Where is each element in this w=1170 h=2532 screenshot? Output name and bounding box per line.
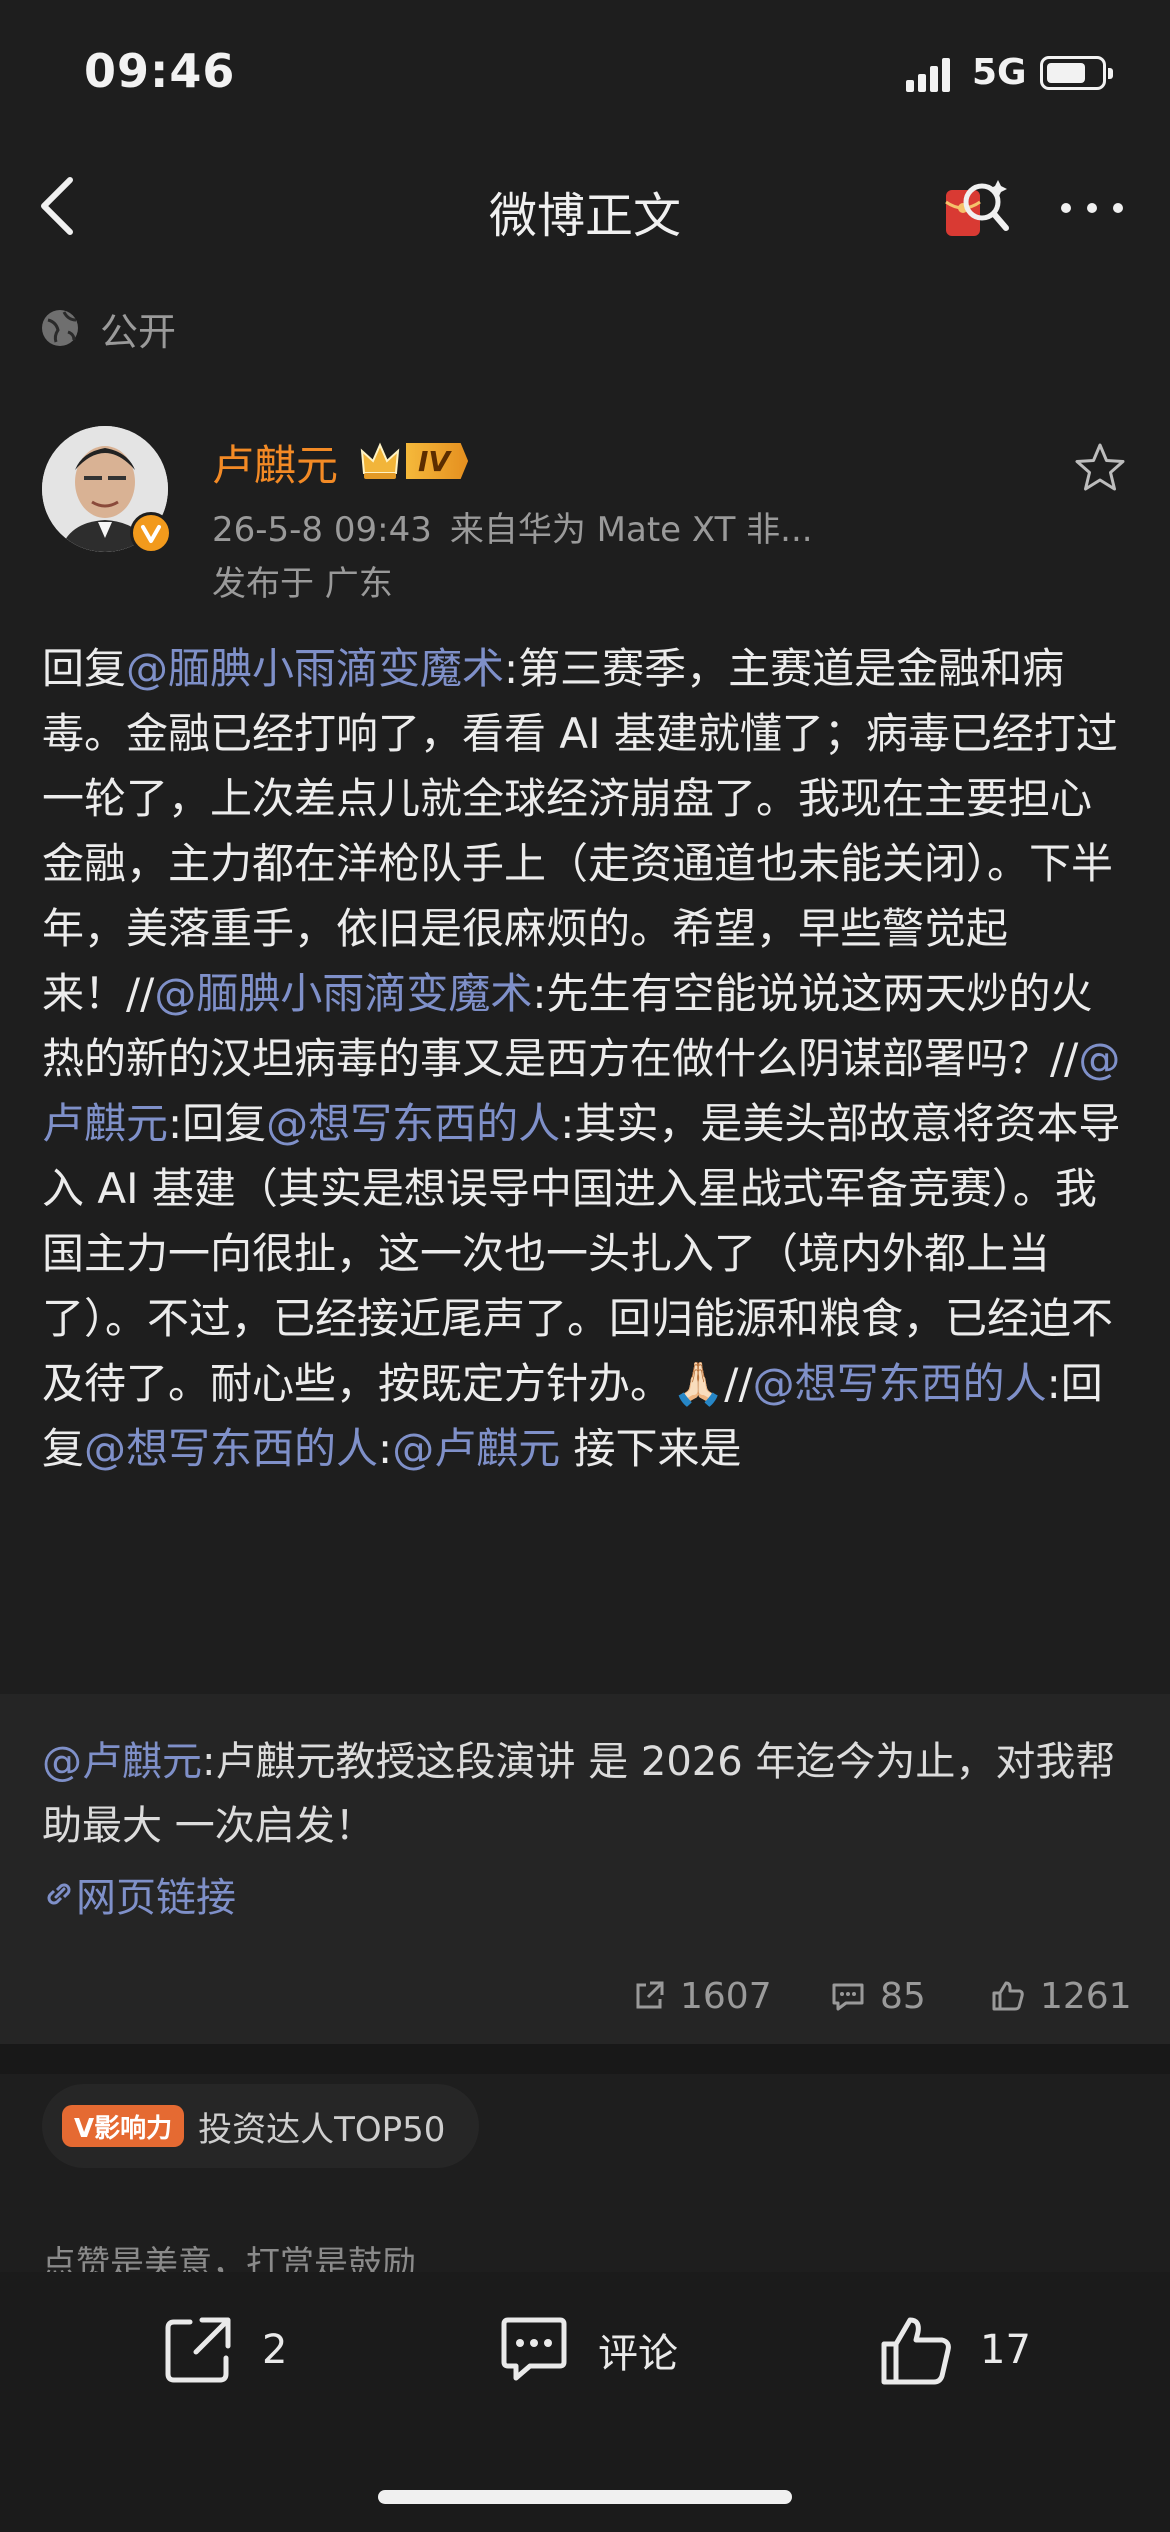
- post-text-segment: :回复: [168, 1099, 267, 1148]
- verified-badge-icon: [130, 512, 172, 554]
- section-divider: [0, 2044, 1170, 2074]
- thumbs-up-icon: [881, 2317, 951, 2385]
- comment-icon: [832, 1983, 864, 2011]
- repost-text: @卢麒元:卢麒元教授这段演讲 是 2026 年迄今为止，对我帮助最大 一次启发！: [42, 1730, 1132, 1858]
- post-text-segment: :第三赛季，主赛道是金融和病毒。金融已经打响了，看看 AI 基建就懂了；病毒已经…: [42, 644, 1118, 1018]
- more-dots-icon: [1061, 203, 1123, 213]
- red-packet-search-icon: [945, 180, 1009, 236]
- author-name[interactable]: 卢麒元: [212, 432, 338, 493]
- like-count: 17: [980, 2327, 1031, 2373]
- star-icon: [1075, 443, 1125, 491]
- favorite-button[interactable]: [1072, 440, 1128, 496]
- thumbs-up-icon: [992, 1981, 1024, 2011]
- repost-mention[interactable]: @卢麒元: [42, 1739, 202, 1785]
- likes-count: 1261: [1040, 1975, 1132, 2017]
- status-time: 09:46: [84, 44, 236, 98]
- repost-content: :卢麒元教授这段演讲 是 2026 年迄今为止，对我帮助最大 一次启发！: [42, 1739, 1116, 1849]
- influence-v-badge: V影响力: [62, 2105, 185, 2147]
- comment-label: 评论: [598, 2331, 678, 2377]
- visibility-indicator: 公开: [38, 302, 176, 354]
- home-indicator[interactable]: [378, 2490, 792, 2504]
- post-text-segment: 接下来是: [560, 1424, 742, 1473]
- mention-link[interactable]: @想写东西的人: [753, 1359, 1047, 1408]
- repost-comment-count[interactable]: 85: [830, 1970, 926, 2022]
- level-badge: IV: [406, 443, 469, 479]
- visibility-label: 公开: [100, 309, 177, 354]
- red-packet-search-button[interactable]: [938, 172, 1012, 246]
- web-link[interactable]: 网页链接: [42, 1862, 236, 1926]
- post-text-segment: :: [378, 1424, 393, 1473]
- share-button[interactable]: 2: [160, 2312, 287, 2388]
- status-bar: 09:46 5G: [0, 0, 1170, 150]
- post-body: 回复@腼腆小雨滴变魔术:第三赛季，主赛道是金融和病毒。金融已经打响了，看看 AI…: [42, 636, 1132, 1481]
- mention-link[interactable]: @卢麒元: [392, 1424, 560, 1473]
- user-badges: IV: [358, 436, 469, 486]
- like-button[interactable]: 17: [878, 2312, 1031, 2388]
- repost-like-count[interactable]: 1261: [990, 1970, 1132, 2022]
- comment-button[interactable]: 评论: [496, 2312, 678, 2388]
- comment-icon: [501, 2317, 567, 2381]
- mention-link[interactable]: @想写东西的人: [266, 1099, 560, 1148]
- repost-share-count[interactable]: 1607: [632, 1970, 772, 2022]
- shares-count: 1607: [680, 1975, 772, 2017]
- influence-tag[interactable]: V影响力 投资达人TOP50: [42, 2084, 480, 2168]
- like-hint-text: 点赞是美意，打赏是鼓励: [42, 2244, 416, 2272]
- link-icon: [47, 1883, 71, 1905]
- post-source: 来自华为 Mate XT 非...: [449, 510, 813, 550]
- influence-label: 投资达人TOP50: [198, 2109, 446, 2150]
- web-link-label: 网页链接: [76, 1875, 236, 1921]
- globe-icon: [42, 310, 78, 346]
- share-icon: [636, 1981, 664, 2009]
- crown-icon: [360, 442, 400, 479]
- mention-link[interactable]: @腼腆小雨滴变魔术: [154, 969, 532, 1018]
- signal-icon: [906, 58, 954, 92]
- comments-count: 85: [880, 1975, 926, 2017]
- more-button[interactable]: [1054, 178, 1130, 238]
- share-icon: [165, 2317, 231, 2383]
- post-location: 发布于 广东: [212, 564, 393, 604]
- mention-link[interactable]: @腼腆小雨滴变魔术: [126, 644, 504, 693]
- share-count: 2: [262, 2327, 288, 2373]
- battery-icon: [1040, 56, 1113, 90]
- avatar[interactable]: [42, 426, 172, 554]
- post-timestamp: 26-5-8 09:43: [212, 510, 432, 550]
- post-text-segment: 回复: [42, 644, 127, 693]
- network-type: 5G: [972, 52, 1027, 93]
- mention-link[interactable]: @想写东西的人: [84, 1424, 378, 1473]
- post-meta: 26-5-8 09:43 来自华为 Mate XT 非...: [212, 502, 831, 551]
